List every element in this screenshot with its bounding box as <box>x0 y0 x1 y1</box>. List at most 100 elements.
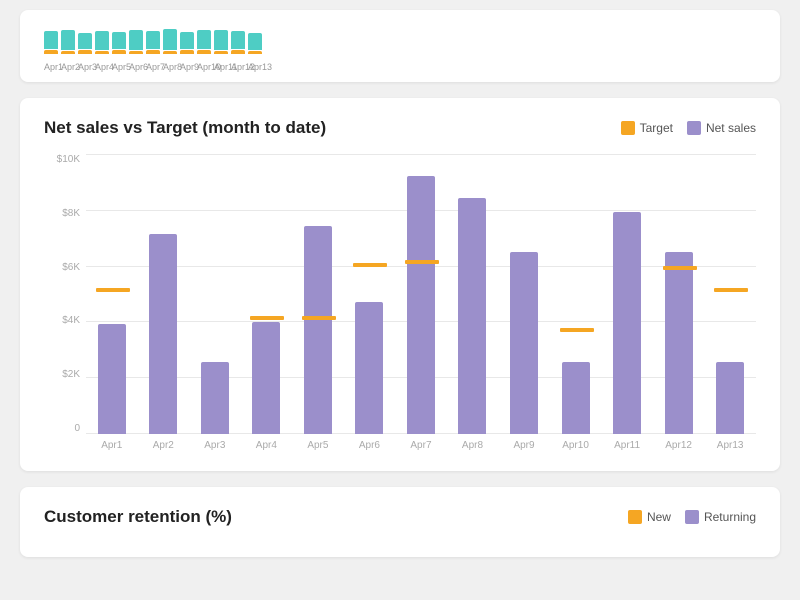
netsales-swatch <box>687 121 701 135</box>
mini-x-label: Apr6 <box>129 62 143 72</box>
mini-chart-labels: Apr1Apr2Apr3Apr4Apr5Apr6Apr7Apr8Apr9Apr1… <box>44 62 756 72</box>
legend-netsales: Net sales <box>687 121 756 135</box>
mini-bar-teal <box>146 31 160 49</box>
x-labels: Apr1Apr2Apr3Apr4Apr5Apr6Apr7Apr8Apr9Apr1… <box>44 440 756 451</box>
new-swatch <box>628 510 642 524</box>
target-bar <box>560 328 594 332</box>
target-bar <box>250 316 284 320</box>
target-bar <box>714 288 748 292</box>
y-axis: 0$2K$4K$6K$8K$10K <box>44 154 86 434</box>
legend-new: New <box>628 510 671 524</box>
mini-bar-teal <box>248 33 262 50</box>
bar-group <box>716 362 744 434</box>
mini-bar-group <box>231 31 245 54</box>
x-axis-label: Apr7 <box>407 440 435 451</box>
target-bar <box>663 266 697 270</box>
mini-x-label: Apr9 <box>180 62 194 72</box>
bar-group <box>407 176 435 434</box>
mini-x-label: Apr3 <box>78 62 92 72</box>
mini-bar-orange <box>44 50 58 54</box>
x-axis-label: Apr12 <box>665 440 693 451</box>
x-axis-label: Apr8 <box>458 440 486 451</box>
bar-group <box>98 324 126 434</box>
mini-bar-teal <box>78 33 92 49</box>
mini-x-label: Apr11 <box>214 62 228 72</box>
mini-x-label: Apr5 <box>112 62 126 72</box>
mini-bar-orange <box>231 50 245 54</box>
chart-area: 0$2K$4K$6K$8K$10K <box>44 154 756 434</box>
x-axis-label: Apr1 <box>98 440 126 451</box>
mini-bar-orange <box>95 51 109 54</box>
bar-group <box>304 226 332 434</box>
x-axis-label: Apr13 <box>716 440 744 451</box>
mini-bar-teal <box>163 29 177 50</box>
x-axis-label: Apr10 <box>562 440 590 451</box>
mini-bar-teal <box>61 30 75 50</box>
mini-bar-orange <box>163 51 177 54</box>
bar-group <box>562 362 590 434</box>
mini-x-label: Apr2 <box>61 62 75 72</box>
bar-chart-container: 0$2K$4K$6K$8K$10K Apr1Apr2Apr3Apr4Apr5Ap… <box>44 154 756 451</box>
target-bar <box>302 316 336 320</box>
bars-row <box>86 154 756 434</box>
bar-group <box>355 302 383 434</box>
legend-netsales-label: Net sales <box>706 121 756 135</box>
chart-legend: Target Net sales <box>621 121 756 135</box>
mini-bar-group <box>44 31 58 54</box>
mini-bar-group <box>163 29 177 54</box>
mini-bar-orange <box>61 51 75 54</box>
mini-x-label: Apr1 <box>44 62 58 72</box>
mini-x-label: Apr8 <box>163 62 177 72</box>
mini-bar-teal <box>95 31 109 50</box>
bar-group <box>458 198 486 434</box>
legend-returning: Returning <box>685 510 756 524</box>
top-mini-chart-card: Apr1Apr2Apr3Apr4Apr5Apr6Apr7Apr8Apr9Apr1… <box>20 10 780 82</box>
legend-target-label: Target <box>640 121 673 135</box>
y-axis-label: $4K <box>44 315 86 326</box>
mini-bar-orange <box>197 50 211 54</box>
sales-bar <box>201 362 229 434</box>
y-axis-label: $6K <box>44 262 86 273</box>
retention-legend: New Returning <box>628 510 756 524</box>
mini-x-label: Apr12 <box>231 62 245 72</box>
mini-bar-orange <box>248 51 262 54</box>
sales-bar <box>252 322 280 434</box>
legend-target: Target <box>621 121 673 135</box>
bar-group <box>613 212 641 434</box>
sales-bar <box>98 324 126 434</box>
mini-bar-orange <box>112 50 126 54</box>
x-axis-label: Apr11 <box>613 440 641 451</box>
mini-x-label: Apr10 <box>197 62 211 72</box>
target-bar <box>353 263 387 267</box>
target-bar <box>96 288 130 292</box>
mini-bar-teal <box>112 32 126 49</box>
mini-bar-orange <box>214 51 228 54</box>
mini-bar-teal <box>214 30 228 50</box>
mini-bar-group <box>129 30 143 54</box>
bar-group <box>510 252 538 434</box>
bar-group <box>201 362 229 434</box>
x-axis-label: Apr2 <box>149 440 177 451</box>
legend-new-label: New <box>647 510 671 524</box>
mini-bar-group <box>95 31 109 54</box>
sales-bar <box>149 234 177 434</box>
mini-bar-teal <box>231 31 245 49</box>
mini-x-label: Apr7 <box>146 62 160 72</box>
mini-x-label: Apr4 <box>95 62 109 72</box>
mini-bar-teal <box>129 30 143 50</box>
returning-swatch <box>685 510 699 524</box>
mini-chart-area <box>44 22 756 54</box>
x-axis-label: Apr3 <box>201 440 229 451</box>
chart-title: Net sales vs Target (month to date) <box>44 118 326 138</box>
sales-bar <box>665 252 693 434</box>
mini-bar-orange <box>146 50 160 54</box>
mini-bar-group <box>78 33 92 54</box>
sales-bar <box>458 198 486 434</box>
x-axis-label: Apr6 <box>355 440 383 451</box>
mini-bar-orange <box>129 51 143 54</box>
mini-bar-group <box>248 33 262 54</box>
mini-bar-teal <box>197 30 211 49</box>
mini-bar-group <box>112 32 126 54</box>
mini-bar-teal <box>44 31 58 49</box>
mini-bar-group <box>197 30 211 54</box>
